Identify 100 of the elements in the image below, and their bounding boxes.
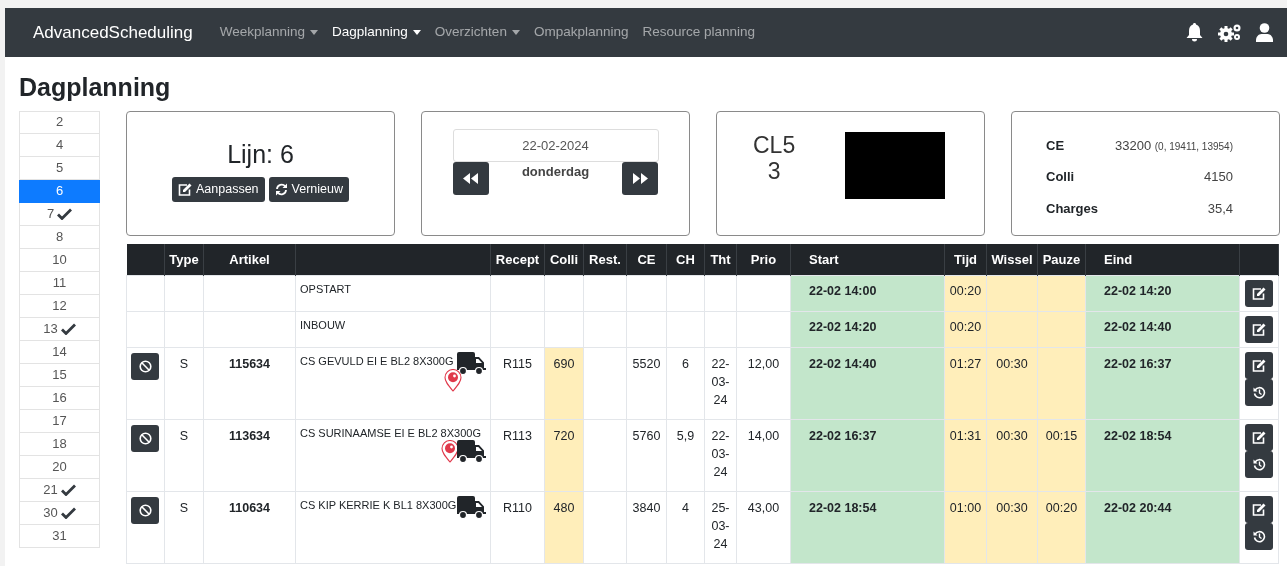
table-cell: 22-02 14:20 — [809, 320, 877, 334]
line-list-item[interactable]: 6 — [19, 179, 100, 203]
column-header: Wissel — [991, 251, 1033, 267]
table-cell: CS SURINAAMSE EI E BL2 8X300G — [300, 427, 481, 439]
column-header: CE — [637, 251, 656, 267]
page-title: Dagplanning — [19, 72, 172, 103]
table-cell: 14,00 — [747, 429, 780, 443]
table-cell: 25-03-24 — [711, 501, 730, 551]
table-cell-text: INBOUW — [300, 318, 346, 333]
table-cell: 22-02 14:40 — [1104, 320, 1172, 334]
stat-label: Charges — [1046, 199, 1100, 218]
line-list-item[interactable]: 16 — [19, 386, 100, 410]
weekday-label: donderdag — [521, 162, 590, 181]
line-list-item[interactable]: 10 — [19, 248, 100, 272]
line-list-item[interactable]: 12 — [19, 294, 100, 318]
table-cell: 43,00 — [747, 501, 780, 515]
column-header: Recept — [495, 251, 540, 267]
column-header: Pauze — [1042, 251, 1081, 267]
table-cell: 22-02 16:37 — [1104, 357, 1172, 371]
table-cell: 00:30 — [996, 501, 1028, 515]
line-title: Lijn: 6 — [227, 138, 294, 170]
table-cell: 00:20 — [949, 284, 982, 298]
table-cell-text: CS KIP KERRIE K BL1 8X300G — [300, 498, 457, 513]
stat-value: 4150 — [1204, 169, 1233, 184]
stat-label: Colli — [1046, 168, 1076, 186]
column-header: Rest. — [589, 251, 621, 267]
table-cell: R115 — [503, 357, 532, 371]
line-list-item[interactable]: 30 — [19, 501, 100, 525]
table-cell: R110 — [503, 501, 532, 515]
code-text: 3 — [767, 157, 781, 185]
nav-link[interactable]: Ompakplanning — [526, 22, 636, 43]
table-cell: 22-03-24 — [711, 429, 730, 479]
column-header: Colli — [549, 251, 579, 267]
line-list-item[interactable]: 11 — [19, 271, 100, 295]
table-cell: 690 — [553, 357, 575, 371]
table-cell: S — [179, 429, 189, 443]
table-cell-text: OPSTART — [300, 282, 351, 297]
table-cell: 3840 — [632, 501, 661, 515]
table-cell: 113634 — [229, 429, 270, 443]
column-header: Eind — [1104, 251, 1133, 267]
table-cell: 00:30 — [996, 429, 1028, 443]
line-list-item[interactable]: 15 — [19, 363, 100, 387]
column-header: Type — [169, 251, 199, 267]
table-cell: 4 — [682, 501, 689, 515]
line-list-item[interactable]: 8 — [19, 225, 100, 249]
table-cell: R113 — [503, 429, 532, 443]
table-cell: 22-02 18:54 — [809, 501, 877, 515]
code-text: CL5 — [753, 131, 796, 158]
table-cell: 00:15 — [1045, 429, 1078, 443]
table-cell: 22-03-24 — [711, 357, 730, 407]
table-cell: 22-02 14:00 — [809, 284, 877, 298]
table-cell: 01:27 — [949, 357, 982, 371]
line-list-item[interactable]: 18 — [19, 432, 100, 456]
stat-value: 35,4 — [1207, 200, 1233, 216]
table-cell: 115634 — [229, 357, 270, 371]
table-cell: S — [179, 501, 189, 515]
table-cell: 01:00 — [949, 501, 982, 515]
edit-button[interactable]: Aanpassen — [172, 177, 265, 203]
table-cell: 720 — [553, 429, 575, 443]
table-cell: 12,00 — [747, 357, 780, 371]
column-header: Prio — [750, 251, 777, 267]
line-list-item[interactable]: 2 — [19, 110, 100, 134]
table-cell: 5,9 — [676, 429, 695, 443]
line-list-item[interactable]: 7 — [19, 202, 100, 226]
table-cell: 00:20 — [949, 320, 982, 334]
table-cell: 480 — [553, 501, 575, 515]
stat-value: 33200 — [1115, 137, 1152, 153]
date-field[interactable]: 22-02-2024 — [452, 128, 659, 162]
line-list-item[interactable]: 4 — [19, 133, 100, 157]
line-list-item[interactable]: 13 — [19, 317, 100, 341]
line-list-item[interactable]: 20 — [19, 455, 100, 479]
column-header: CH — [676, 251, 695, 267]
brand-name[interactable]: AdvancedScheduling — [33, 19, 193, 46]
table-cell: S — [179, 357, 189, 371]
column-header: Tijd — [954, 251, 977, 267]
column-header: Tht — [710, 251, 731, 267]
table-cell: 22-02 14:20 — [1104, 284, 1172, 298]
column-header: Artikel — [229, 251, 270, 267]
nav-link[interactable]: Overzichten — [427, 22, 527, 43]
stat-label: CE — [1046, 136, 1066, 155]
line-list-item[interactable]: 5 — [19, 156, 100, 180]
table-cell: 110634 — [229, 501, 270, 515]
table-cell: 00:20 — [1045, 501, 1078, 515]
nav-link[interactable]: Resource planning — [635, 22, 763, 43]
nav-link[interactable]: Weekplanning — [212, 22, 326, 43]
table-cell: 22-02 16:37 — [809, 429, 877, 443]
stat-detail: (0, 19411, 13954) — [1154, 140, 1233, 152]
line-list-item[interactable]: 21 — [19, 478, 100, 502]
table-cell: 01:31 — [949, 429, 982, 443]
line-list-item[interactable]: 17 — [19, 409, 100, 433]
column-header: Start — [809, 251, 839, 267]
line-list-item[interactable]: 31 — [19, 524, 100, 548]
table-cell: 5520 — [632, 357, 661, 371]
table-cell: 5760 — [632, 429, 661, 443]
refresh-button[interactable]: Vernieuw — [268, 177, 349, 203]
line-list-item[interactable]: 14 — [19, 340, 100, 364]
table-cell: 22-02 18:54 — [1104, 429, 1172, 443]
table-cell: 22-02 20:44 — [1104, 501, 1172, 515]
nav-link[interactable]: Dagplanning — [325, 22, 428, 43]
table-cell: 6 — [682, 357, 689, 371]
